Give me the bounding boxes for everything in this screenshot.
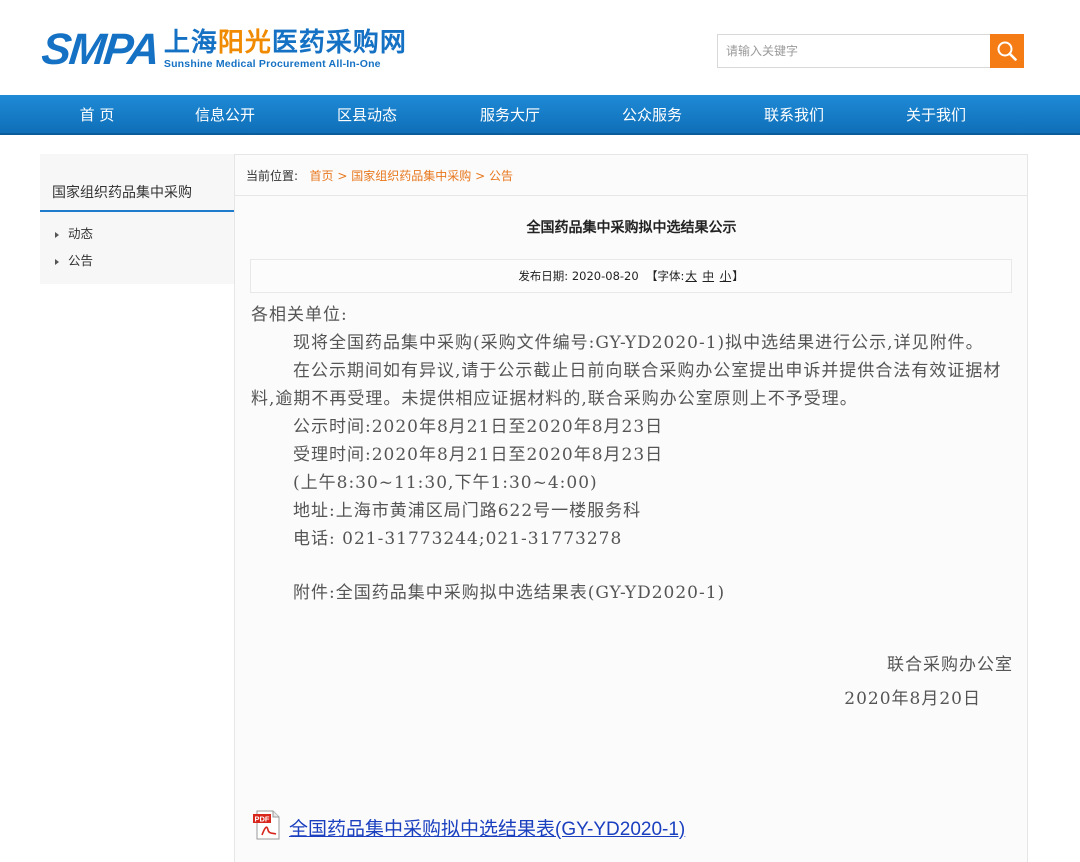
font-size-label: 【字体:	[646, 269, 685, 283]
search-button[interactable]	[990, 34, 1024, 68]
breadcrumb-current[interactable]: 公告	[489, 169, 513, 183]
search-input[interactable]	[717, 34, 990, 68]
divider	[235, 195, 1028, 196]
office-hours: (上午8:30~11:30,下午1:30~4:00)	[293, 473, 598, 493]
nav-item-public-service[interactable]: 公众服务	[597, 95, 707, 135]
sidebar-item-news[interactable]: 动态	[40, 222, 234, 249]
breadcrumb: 当前位置: 首页 > 国家组织药品集中采购 > 公告	[246, 167, 513, 184]
site-logo[interactable]: SMPA 上海阳光医药采购网 Sunshine Medical Procurem…	[39, 25, 407, 76]
font-size-label-close: 】	[732, 269, 744, 283]
font-size-medium-button[interactable]: 中	[703, 269, 715, 283]
nav-item-district-news[interactable]: 区县动态	[312, 95, 422, 135]
font-size-small-button[interactable]: 小	[720, 269, 732, 283]
nav-item-service-hall[interactable]: 服务大厅	[455, 95, 565, 135]
article-body: 各相关单位: 现将全国药品集中采购(采购文件编号:GY-YD2020-1)拟中选…	[251, 301, 1013, 713]
font-size-large-button[interactable]: 大	[685, 269, 697, 283]
publish-date-label: 发布日期:	[518, 269, 569, 283]
address: 地址:上海市黄浦区局门路622号一楼服务科	[293, 501, 642, 521]
logo-cn-part2: 阳光	[217, 28, 272, 58]
breadcrumb-separator: >	[475, 169, 486, 183]
arrow-right-icon	[55, 232, 59, 238]
pdf-icon: PDF	[251, 809, 283, 841]
main-content: 当前位置: 首页 > 国家组织药品集中采购 > 公告 全国药品集中采购拟中选结果…	[234, 154, 1028, 862]
logo-cn-part1: 上海	[163, 28, 218, 58]
nav-item-home[interactable]: 首 页	[42, 95, 152, 135]
nav-item-about-us[interactable]: 关于我们	[881, 95, 991, 135]
logo-chinese-name: 上海阳光医药采购网	[164, 28, 407, 58]
pdf-icon-label: PDF	[255, 815, 270, 824]
nav-item-contact-us[interactable]: 联系我们	[739, 95, 849, 135]
article-meta: 发布日期: 2020-08-20 【字体:大 中 小】	[250, 259, 1012, 293]
breadcrumb-separator: >	[337, 169, 348, 183]
nav-item-info-disclosure[interactable]: 信息公开	[170, 95, 280, 135]
notice-time: 公示时间:2020年8月21日至2020年8月23日	[293, 417, 664, 437]
signature-org: 联合采购办公室	[887, 655, 1013, 675]
breadcrumb-home[interactable]: 首页	[310, 169, 334, 183]
search-bar	[717, 34, 1024, 68]
accept-time: 受理时间:2020年8月21日至2020年8月23日	[293, 445, 664, 465]
paragraph-2: 在公示期间如有异议,请于公示截止日前向联合采购办公室提出申诉并提供合法有效证据材…	[251, 361, 1002, 409]
sidebar-title: 国家组织药品集中采购	[40, 154, 234, 212]
logo-text: 上海阳光医药采购网 Sunshine Medical Procurement A…	[164, 28, 407, 70]
sidebar-item-label: 动态	[68, 226, 94, 241]
phone: 电话: 021-31773244;021-31773278	[293, 529, 623, 549]
paragraph-1: 现将全国药品集中采购(采购文件编号:GY-YD2020-1)拟中选结果进行公示,…	[293, 333, 984, 353]
sidebar-item-label: 公告	[68, 253, 94, 268]
attachment-link[interactable]: PDF 全国药品集中采购拟中选结果表(GY-YD2020-1)	[251, 809, 685, 841]
logo-english-name: Sunshine Medical Procurement All-In-One	[163, 58, 381, 70]
article-title: 全国药品集中采购拟中选结果公示	[526, 220, 737, 236]
signature-date: 2020年8月20日	[844, 689, 981, 709]
sidebar-item-announcements[interactable]: 公告	[40, 249, 234, 276]
publish-date: 2020-08-20	[571, 269, 639, 283]
breadcrumb-category[interactable]: 国家组织药品集中采购	[351, 169, 471, 183]
salutation: 各相关单位:	[251, 305, 348, 325]
breadcrumb-label: 当前位置:	[246, 169, 299, 183]
logo-cn-part3: 医药采购网	[271, 28, 407, 58]
site-header: SMPA 上海阳光医药采购网 Sunshine Medical Procurem…	[0, 0, 1080, 95]
main-nav: 首 页 信息公开 区县动态 服务大厅 公众服务 联系我们 关于我们	[0, 95, 1080, 135]
sidebar: 国家组织药品集中采购 动态 公告	[40, 154, 234, 284]
arrow-right-icon	[55, 259, 59, 265]
logo-mark: SMPA	[39, 25, 161, 74]
search-icon	[997, 41, 1017, 61]
attachment-link-text[interactable]: 全国药品集中采购拟中选结果表(GY-YD2020-1)	[289, 819, 685, 841]
attachment-note: 附件:全国药品集中采购拟中选结果表(GY-YD2020-1)	[293, 583, 726, 603]
